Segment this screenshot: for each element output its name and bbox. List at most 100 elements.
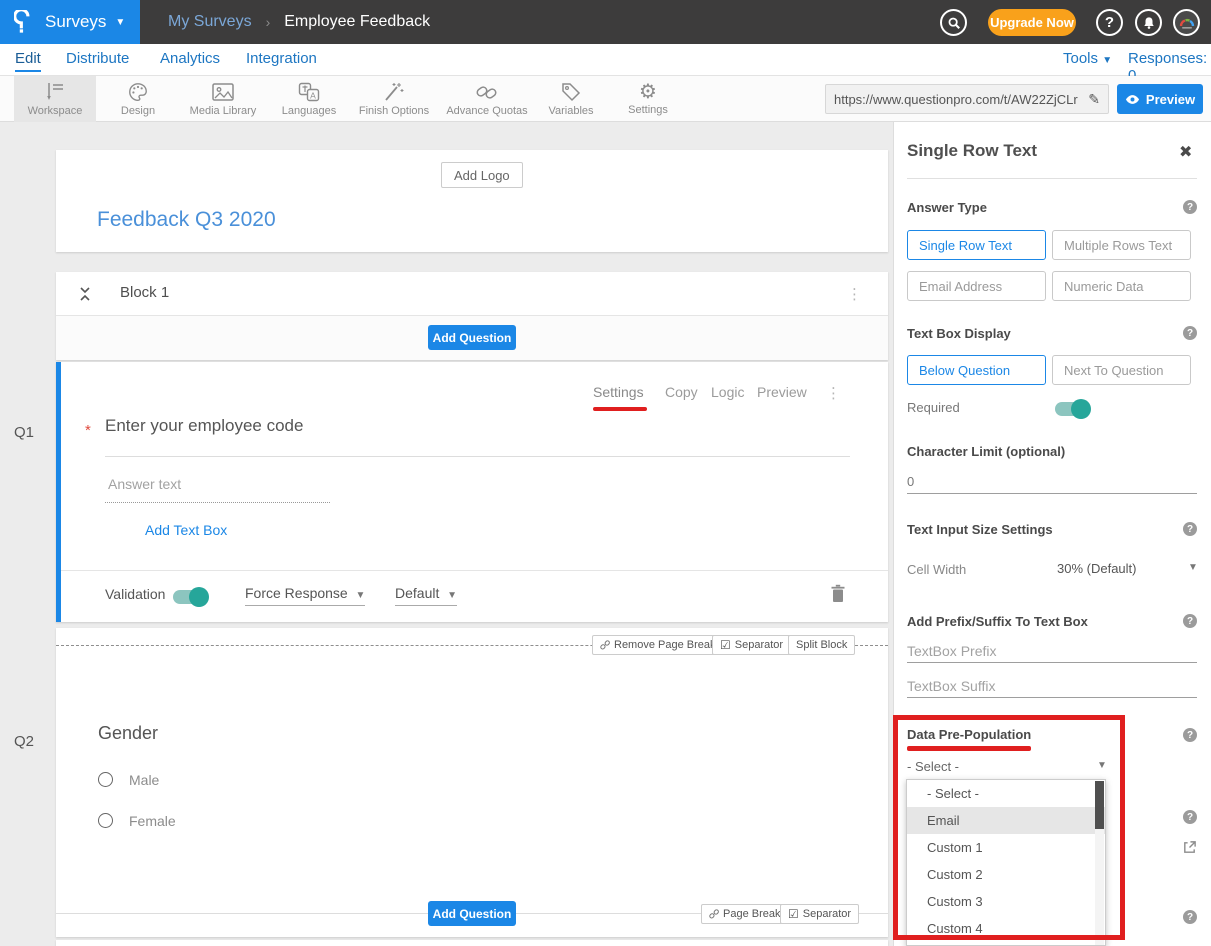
- toolbar-item-design[interactable]: Design: [104, 76, 172, 122]
- q2-option-male-label: Male: [129, 772, 159, 788]
- tab-integration[interactable]: Integration: [246, 50, 317, 67]
- q2-option-female-label: Female: [129, 813, 176, 829]
- tools-menu[interactable]: Tools ▼: [1063, 50, 1112, 67]
- toolbar-item-finish-options[interactable]: Finish Options: [350, 76, 438, 122]
- question-1-card[interactable]: Settings Copy Logic Preview ⋮ * Enter yo…: [56, 362, 888, 622]
- answer-type-multiple-rows[interactable]: Multiple Rows Text: [1052, 230, 1191, 260]
- block-menu-dots-icon[interactable]: ⋮: [847, 285, 862, 303]
- q1-tab-preview[interactable]: Preview: [757, 384, 807, 400]
- questionpro-logo-icon: [14, 10, 36, 34]
- q2-question-text[interactable]: Gender: [98, 723, 158, 744]
- validation-toggle[interactable]: [173, 590, 207, 604]
- q1-tab-settings[interactable]: Settings: [593, 384, 644, 400]
- textbox-prefix-input[interactable]: [907, 643, 1187, 659]
- toolbar-item-advance-quotas[interactable]: Advance Quotas: [440, 76, 534, 122]
- product-switcher[interactable]: Surveys ▼: [0, 0, 140, 44]
- data-pre-population-help-icon[interactable]: ?: [1183, 728, 1197, 742]
- textbox-suffix-input[interactable]: [907, 678, 1187, 694]
- dropdown-option-custom-2[interactable]: Custom 2: [907, 861, 1105, 888]
- toolbar-item-workspace[interactable]: Workspace: [14, 76, 96, 122]
- preview-button[interactable]: Preview: [1117, 84, 1203, 114]
- tab-distribute[interactable]: Distribute: [66, 50, 129, 67]
- dropdown-scrollbar-track[interactable]: [1095, 781, 1104, 946]
- tag-icon: [559, 81, 583, 103]
- toolbar-item-variables[interactable]: Variables: [538, 76, 604, 122]
- cell-width-value[interactable]: 30% (Default): [1057, 561, 1136, 576]
- answer-type-single-row[interactable]: Single Row Text: [907, 230, 1046, 260]
- data-pre-population-dropdown: - Select - Email Custom 1 Custom 2 Custo…: [906, 779, 1106, 946]
- survey-url-input[interactable]: [826, 92, 1080, 107]
- q1-answer-text-input[interactable]: [108, 476, 328, 492]
- q2-label: Q2: [14, 733, 34, 750]
- q1-question-text[interactable]: Enter your employee code: [105, 416, 303, 436]
- data-pre-population-header: Data Pre-Population: [907, 727, 1031, 742]
- q1-label: Q1: [14, 424, 34, 441]
- add-text-box-link[interactable]: Add Text Box: [145, 522, 227, 538]
- tab-analytics[interactable]: Analytics: [160, 50, 220, 67]
- display-below-question[interactable]: Below Question: [907, 355, 1046, 385]
- close-panel-icon[interactable]: ✖: [1179, 142, 1192, 162]
- chevron-down-icon: ▼: [356, 590, 366, 601]
- validation-default-dropdown[interactable]: Default ▼: [395, 585, 457, 606]
- data-pre-population-caret-icon[interactable]: ▼: [1097, 760, 1107, 771]
- toolbar-item-settings[interactable]: ⚙ Settings: [612, 76, 684, 122]
- character-limit-input[interactable]: [907, 474, 1187, 489]
- q2-radio-female[interactable]: [98, 813, 113, 828]
- q1-menu-dots-icon[interactable]: ⋮: [826, 384, 841, 402]
- survey-nav: Edit Distribute Analytics Integration To…: [0, 44, 1211, 76]
- separator-toggle-button-bottom[interactable]: ☑ Separator: [780, 904, 859, 924]
- breadcrumb-parent-link[interactable]: My Surveys: [168, 13, 252, 31]
- prefix-suffix-help-icon[interactable]: ?: [1183, 614, 1197, 628]
- help-button[interactable]: ?: [1096, 9, 1123, 36]
- force-response-dropdown[interactable]: Force Response ▼: [245, 585, 365, 606]
- toggle-knob: [1071, 399, 1091, 419]
- tab-edit[interactable]: Edit: [15, 50, 41, 72]
- hidden-section-help-icon-2[interactable]: ?: [1183, 910, 1197, 924]
- upgrade-now-button[interactable]: Upgrade Now: [988, 9, 1076, 36]
- text-input-size-help-icon[interactable]: ?: [1183, 522, 1197, 536]
- remove-page-break-button[interactable]: Remove Page Break: [592, 635, 724, 655]
- dropdown-option-custom-3[interactable]: Custom 3: [907, 888, 1105, 915]
- top-header: Surveys ▼ My Surveys › Employee Feedback…: [0, 0, 1211, 44]
- add-question-button[interactable]: Add Question: [428, 325, 516, 350]
- separator-toggle-button[interactable]: ☑ Separator: [712, 635, 791, 655]
- prefix-underline: [907, 662, 1197, 663]
- add-logo-button[interactable]: Add Logo: [441, 162, 523, 188]
- page-break-button[interactable]: Page Break: [701, 904, 788, 924]
- survey-title[interactable]: Feedback Q3 2020: [97, 208, 276, 232]
- answer-type-email-address[interactable]: Email Address: [907, 271, 1046, 301]
- delete-question-trash-icon[interactable]: [830, 584, 846, 603]
- q1-tab-copy[interactable]: Copy: [665, 384, 698, 400]
- q1-tab-logic[interactable]: Logic: [711, 384, 744, 400]
- block-name[interactable]: Block 1: [120, 284, 169, 301]
- panel-divider: [907, 178, 1197, 179]
- display-next-to-question[interactable]: Next To Question: [1052, 355, 1191, 385]
- answer-type-numeric-data[interactable]: Numeric Data: [1052, 271, 1191, 301]
- q2-radio-male[interactable]: [98, 772, 113, 787]
- toolbar-item-media-library[interactable]: Media Library: [178, 76, 268, 122]
- panel-title: Single Row Text: [907, 141, 1037, 161]
- dropdown-option-email[interactable]: Email: [907, 807, 1105, 834]
- dropdown-option-custom-1[interactable]: Custom 1: [907, 834, 1105, 861]
- search-button[interactable]: [940, 9, 967, 36]
- required-toggle[interactable]: [1055, 402, 1089, 416]
- toolbar-item-languages[interactable]: A Languages: [274, 76, 344, 122]
- dropdown-option-select[interactable]: - Select -: [907, 780, 1105, 807]
- notifications-button[interactable]: [1135, 9, 1162, 36]
- dropdown-scrollbar-thumb[interactable]: [1095, 781, 1104, 829]
- translate-icon: A: [297, 81, 321, 103]
- external-link-icon[interactable]: [1182, 840, 1197, 855]
- data-pre-population-select-value[interactable]: - Select -: [907, 759, 959, 774]
- collapse-block-icon[interactable]: [78, 285, 92, 303]
- edit-url-pencil-icon[interactable]: ✎: [1080, 91, 1108, 108]
- split-block-button[interactable]: Split Block: [788, 635, 855, 655]
- cell-width-dropdown-caret-icon[interactable]: ▼: [1188, 562, 1198, 573]
- account-menu-button[interactable]: [1173, 9, 1200, 36]
- hidden-section-help-icon[interactable]: ?: [1183, 810, 1197, 824]
- dropdown-option-custom-4[interactable]: Custom 4: [907, 915, 1105, 942]
- add-question-button-bottom[interactable]: Add Question: [428, 901, 516, 926]
- text-box-display-help-icon[interactable]: ?: [1183, 326, 1197, 340]
- answer-type-help-icon[interactable]: ?: [1183, 200, 1197, 214]
- questionpro-survey-editor: Surveys ▼ My Surveys › Employee Feedback…: [0, 0, 1211, 946]
- suffix-underline: [907, 697, 1197, 698]
